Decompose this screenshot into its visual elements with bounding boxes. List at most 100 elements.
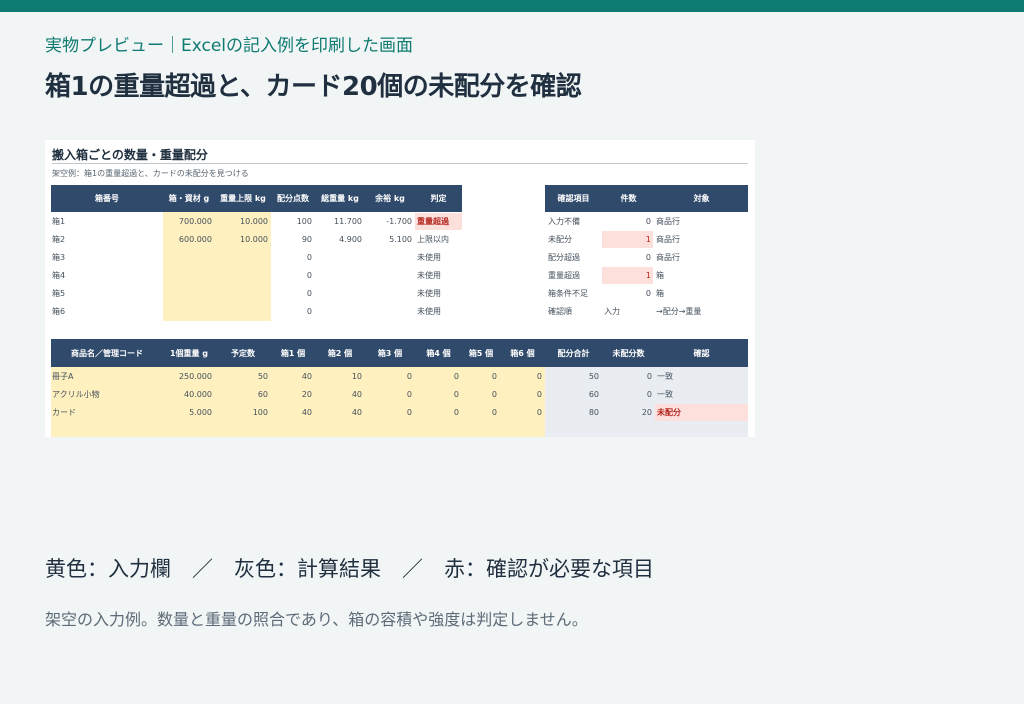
box-table-header-cell: 重量上限 kg	[220, 193, 266, 203]
item-table-cell: 0	[454, 390, 459, 399]
check-table-cell: 1	[646, 235, 651, 244]
item-table-cell: 0	[454, 408, 459, 417]
top-accent-bar	[0, 0, 1024, 12]
box-table-header-cell: 判定	[431, 193, 447, 203]
item-table-header-cell: 箱2 個	[328, 348, 352, 358]
check-table-cell: 0	[646, 289, 651, 298]
box-table-cell: 箱2	[52, 234, 65, 244]
box-table-cell: 箱6	[52, 306, 65, 316]
check-table-header-cell: 確認項目	[558, 193, 590, 203]
item-table-cell: 20	[302, 390, 312, 399]
box-table-header-cell: 箱番号	[95, 193, 119, 203]
item-table-cell: 40	[352, 408, 362, 417]
item-table-header-cell: 商品名／管理コード	[71, 348, 143, 358]
box-table-cell: 重量超過	[417, 216, 450, 226]
item-table-cell: 250.000	[179, 372, 212, 381]
item-table-header-cell: 箱4 個	[426, 348, 450, 358]
item-table-header-cell: 箱3 個	[378, 348, 402, 358]
item-table-cell: 0	[537, 372, 542, 381]
box-table-cell: 10.000	[240, 217, 268, 226]
box-table-cell: 5.100	[389, 235, 412, 244]
box-table-cell: 未使用	[417, 306, 441, 316]
box-input-fill	[163, 212, 271, 321]
box-table-cell: 箱4	[52, 270, 65, 280]
check-table-header-cell: 対象	[693, 193, 710, 203]
color-legend: 黄色：入力欄 ／ 灰色：計算結果 ／ 赤：確認が必要な項目	[45, 557, 654, 581]
box-table-header-cell: 総重量 kg	[321, 193, 359, 203]
item-table-cell: 40	[302, 372, 312, 381]
item-table-cell: 0	[537, 408, 542, 417]
footnote: 架空の入力例。数量と重量の照合であり、箱の容積や強度は判定しません。	[45, 610, 588, 629]
item-table-cell: 0	[537, 390, 542, 399]
box-table-cell: 箱1	[52, 216, 65, 226]
box-table-cell: 11.700	[334, 217, 362, 226]
item-table-header-cell: 確認	[694, 348, 710, 358]
item-table-cell: 5.000	[189, 408, 212, 417]
box-table-cell: 0	[307, 307, 312, 316]
box-table-cell: 100	[297, 217, 312, 226]
box-table-cell: 10.000	[240, 235, 268, 244]
item-table-header-cell: 箱5 個	[469, 348, 493, 358]
check-table-cell: 1	[646, 271, 651, 280]
item-input-fill	[51, 367, 545, 437]
item-table-cell: 10	[352, 372, 362, 381]
box-table-cell: 90	[302, 235, 312, 244]
check-table-cell: 箱	[656, 270, 664, 280]
item-table-cell: アクリル小物	[52, 389, 100, 399]
item-table-cell: 60	[589, 390, 599, 399]
item-table-cell: 未配分	[656, 407, 681, 417]
item-table-cell: 60	[258, 390, 268, 399]
page-kicker: 実物プレビュー｜Excelの記入例を印刷した画面	[45, 36, 414, 56]
box-table-cell: -1.700	[386, 217, 412, 226]
check-table-cell: 未配分	[548, 234, 572, 244]
item-table-cell: 80	[589, 408, 599, 417]
box-table-cell: 箱3	[52, 252, 65, 262]
item-table-cell: 20	[642, 408, 652, 417]
box-table-cell: 4.900	[339, 235, 362, 244]
box-table-cell: 未使用	[417, 252, 441, 262]
check-table-cell: 入力	[604, 306, 620, 316]
check-table-cell: 箱条件不足	[548, 288, 588, 298]
check-table-cell: 箱	[656, 288, 664, 298]
item-table-header-cell: 箱6 個	[510, 348, 534, 358]
check-table-cell: 入力不備	[548, 216, 580, 226]
check-table-cell: 商品行	[656, 252, 680, 262]
box-table-cell: 未使用	[417, 270, 441, 280]
item-table-header-cell: 1個重量 g	[170, 348, 208, 358]
item-table-cell: 0	[647, 390, 652, 399]
item-table-cell: 0	[454, 372, 459, 381]
box-table-cell: 0	[307, 289, 312, 298]
box-table-cell: 上限以内	[417, 234, 449, 244]
box-table-cell: 600.000	[179, 235, 212, 244]
check-table-cell: 確認順	[548, 306, 572, 316]
item-table-header-cell: 箱1 個	[281, 348, 305, 358]
item-table-cell: 0	[407, 372, 412, 381]
item-table-header-cell: 未配分数	[612, 348, 646, 358]
item-table-cell: 0	[492, 372, 497, 381]
item-table-cell: 0	[492, 390, 497, 399]
item-table-header-cell: 配分合計	[558, 348, 590, 358]
item-table-cell: 0	[407, 390, 412, 399]
check-table-cell: 0	[646, 253, 651, 262]
check-table-cell: 商品行	[656, 216, 680, 226]
item-table-cell: カード	[52, 408, 76, 417]
item-table-cell: 0	[407, 408, 412, 417]
box-table-cell: 未使用	[417, 288, 441, 298]
page-headline: 箱1の重量超過と、カード20個の未配分を確認	[45, 72, 582, 102]
box-table-cell: 0	[307, 271, 312, 280]
box-table-cell: 箱5	[52, 288, 65, 298]
check-table-cell: 0	[646, 217, 651, 226]
item-table-cell: 一致	[657, 371, 673, 381]
check-table-cell: 商品行	[656, 234, 680, 244]
check-table-cell: 配分超過	[548, 252, 580, 262]
box-table-cell: 700.000	[179, 217, 212, 226]
item-table-cell: 0	[647, 372, 652, 381]
sheet-grid: 箱番号 箱・資材 g 重量上限 kg 配分点数 総重量 kg 余裕 kg 判定箱1 700.0…	[51, 185, 748, 437]
box-table-header-cell: 箱・資材 g	[169, 193, 210, 203]
item-table-cell: 50	[258, 372, 268, 381]
item-table-cell: 50	[589, 372, 599, 381]
item-table-cell: 40	[352, 390, 362, 399]
box-table-cell: 0	[307, 253, 312, 262]
box-table-header-cell: 配分点数	[277, 193, 310, 203]
box-table-header-cell: 余裕 kg	[374, 193, 405, 203]
